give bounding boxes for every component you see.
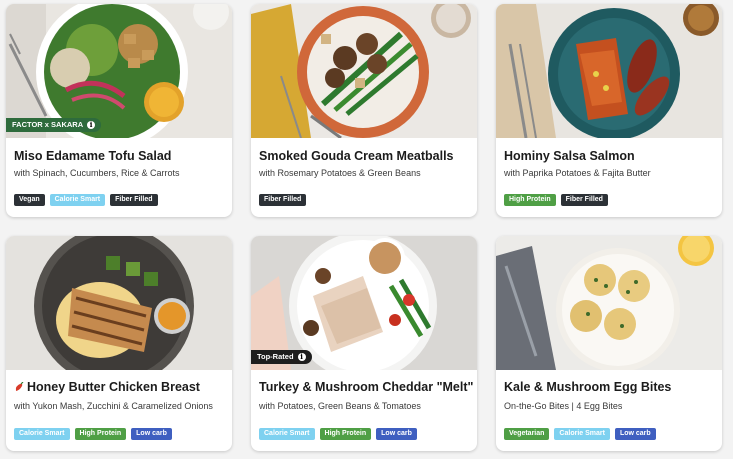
meal-card-honey-butter-chicken-breast[interactable]: Honey Butter Chicken Breast with Yukon M… <box>6 236 232 451</box>
meal-subtitle: with Rosemary Potatoes & Green Beans <box>259 168 421 178</box>
meal-card-smoked-gouda-cream-meatballs[interactable]: Smoked Gouda Cream Meatballs with Rosema… <box>251 4 477 217</box>
meal-photo <box>251 4 477 138</box>
meal-tags: Vegan Calorie Smart Fiber Filled <box>14 194 158 206</box>
tag-fiber-filled: Fiber Filled <box>259 194 307 206</box>
meal-card-kale-mushroom-egg-bites[interactable]: Kale & Mushroom Egg Bites On-the-Go Bite… <box>496 236 722 451</box>
meal-subtitle: with Yukon Mash, Zucchini & Caramelized … <box>14 401 213 411</box>
meal-title: Honey Butter Chicken Breast <box>14 380 200 394</box>
meal-subtitle: with Spinach, Cucumbers, Rice & Carrots <box>14 168 180 178</box>
tag-calorie-smart: Calorie Smart <box>259 428 315 440</box>
tag-vegan: Vegan <box>14 194 45 206</box>
meal-title: Miso Edamame Tofu Salad <box>14 149 172 163</box>
meal-title-text: Honey Butter Chicken Breast <box>27 380 200 394</box>
meal-title: Hominy Salsa Salmon <box>504 149 635 163</box>
tag-fiber-filled: Fiber Filled <box>110 194 158 206</box>
meal-card-miso-edamame-tofu-salad[interactable]: FACTOR x SAKARA i Miso Edamame Tofu Sala… <box>6 4 232 217</box>
meal-photo: Top-Rated i <box>251 236 477 370</box>
meal-subtitle: with Paprika Potatoes & Fajita Butter <box>504 168 651 178</box>
meal-photo <box>6 236 232 370</box>
meal-subtitle: with Potatoes, Green Beans & Tomatoes <box>259 401 421 411</box>
badge-label: Top-Rated <box>257 352 294 361</box>
meal-card-turkey-mushroom-cheddar-melt[interactable]: Top-Rated i Turkey & Mushroom Cheddar "M… <box>251 236 477 451</box>
tag-calorie-smart: Calorie Smart <box>49 194 106 206</box>
meal-title: Smoked Gouda Cream Meatballs <box>259 149 454 163</box>
tag-fiber-filled: Fiber Filled <box>560 194 608 206</box>
meal-photo <box>496 236 722 370</box>
tag-calorie-smart: Calorie Smart <box>14 428 70 440</box>
meal-title: Turkey & Mushroom Cheddar "Melt" <box>259 380 474 394</box>
meal-card-hominy-salsa-salmon[interactable]: Hominy Salsa Salmon with Paprika Potatoe… <box>496 4 722 217</box>
factor-sakara-badge[interactable]: FACTOR x SAKARA i <box>6 118 102 132</box>
info-icon[interactable]: i <box>87 121 96 129</box>
chili-icon <box>15 382 24 391</box>
meal-photo <box>496 4 722 138</box>
info-icon[interactable]: i <box>297 353 306 361</box>
meal-title: Kale & Mushroom Egg Bites <box>504 380 672 394</box>
tag-calorie-smart: Calorie Smart <box>554 428 610 440</box>
meal-subtitle: On-the-Go Bites | 4 Egg Bites <box>504 401 623 411</box>
tag-high-protein: High Protein <box>74 428 127 440</box>
tag-high-protein: High Protein <box>319 428 372 440</box>
badge-label: FACTOR x SAKARA <box>12 120 84 129</box>
tag-low-carb: Low carb <box>131 428 172 440</box>
tag-low-carb: Low carb <box>614 428 656 440</box>
tag-vegetarian: Vegetarian <box>504 428 550 440</box>
meal-photo: FACTOR x SAKARA i <box>6 4 232 138</box>
top-rated-badge[interactable]: Top-Rated i <box>251 350 312 364</box>
tag-low-carb: Low carb <box>376 428 417 440</box>
meal-tags: Calorie Smart High Protein Low carb <box>259 428 417 440</box>
meal-tags: High Protein Fiber Filled <box>504 194 608 206</box>
meal-tags: Fiber Filled <box>259 194 307 206</box>
meal-tags: Calorie Smart High Protein Low carb <box>14 428 172 440</box>
meal-tags: Vegetarian Calorie Smart Low carb <box>504 428 656 440</box>
tag-high-protein: High Protein <box>504 194 556 206</box>
